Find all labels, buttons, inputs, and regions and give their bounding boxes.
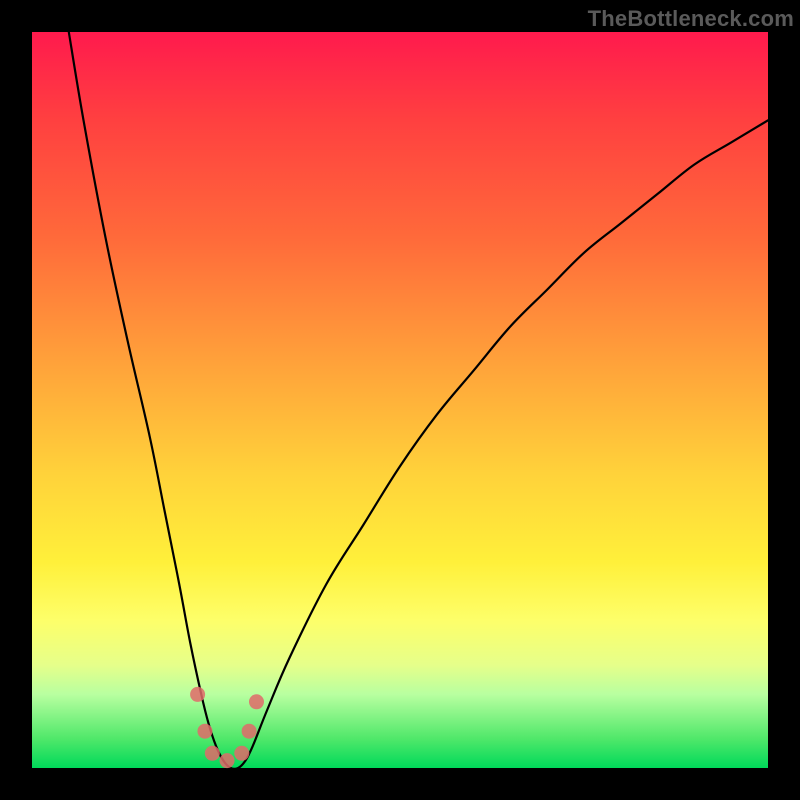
- curve-svg: [32, 32, 768, 768]
- marker-dot: [190, 687, 205, 702]
- chart-container: TheBottleneck.com: [0, 0, 800, 800]
- marker-cluster: [190, 687, 264, 768]
- marker-dot: [205, 746, 220, 761]
- marker-dot: [242, 724, 257, 739]
- marker-dot: [220, 753, 235, 768]
- marker-dot: [234, 746, 249, 761]
- marker-dot: [249, 694, 264, 709]
- marker-dot: [197, 724, 212, 739]
- watermark-text: TheBottleneck.com: [588, 6, 794, 32]
- plot-gradient-background: [32, 32, 768, 768]
- bottleneck-curve-path: [69, 32, 768, 769]
